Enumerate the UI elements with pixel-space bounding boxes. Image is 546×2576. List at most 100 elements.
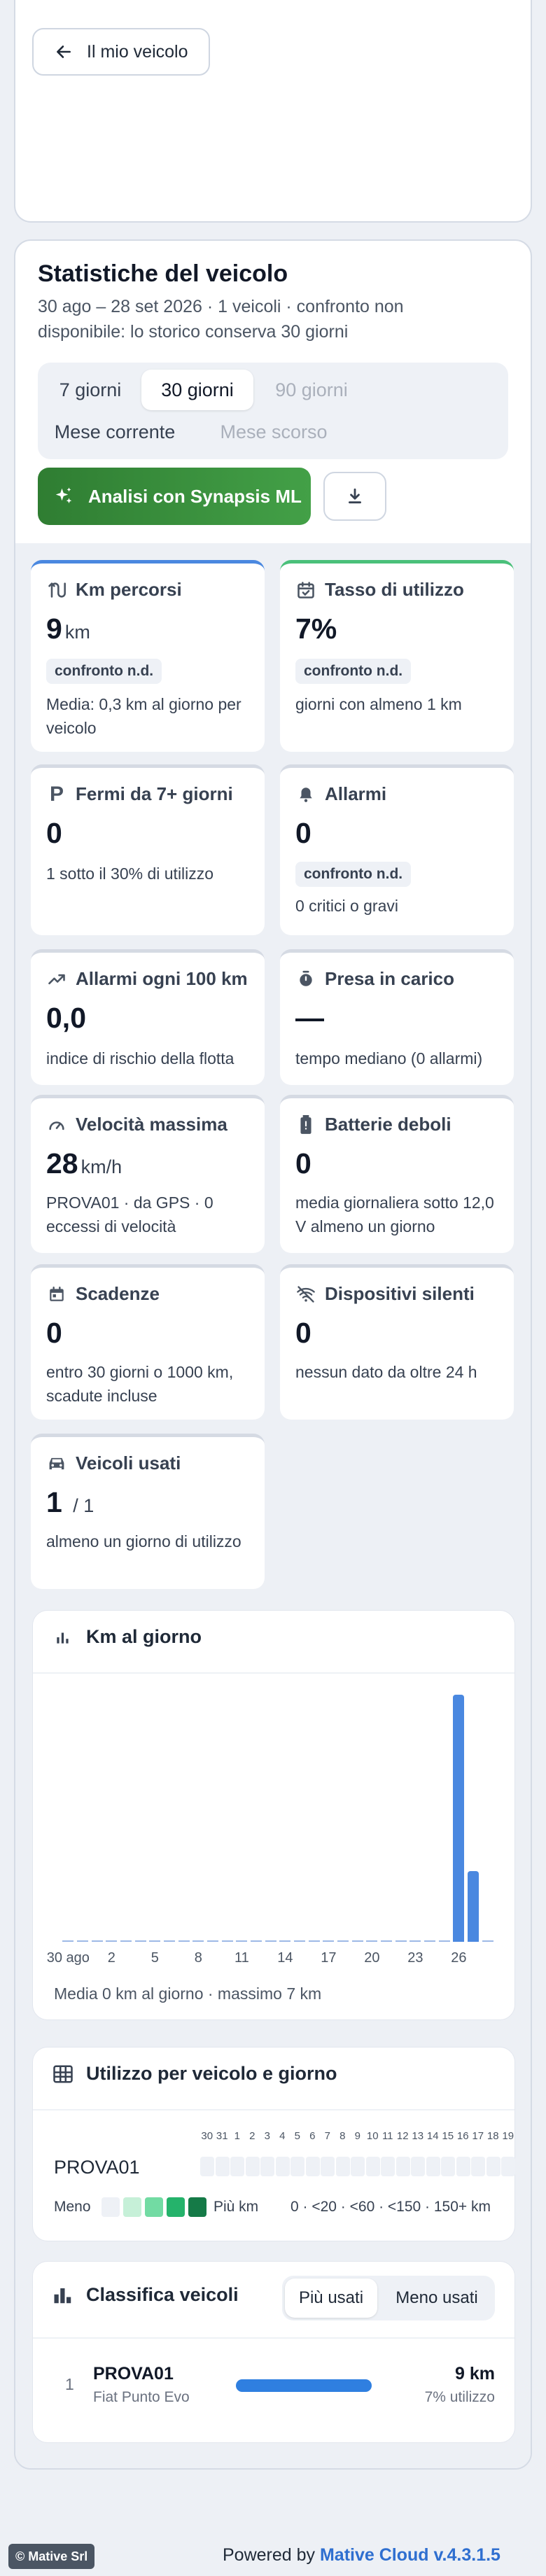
ml-analysis-button[interactable]: Analisi con Synapsis ML <box>38 468 311 525</box>
km-bar <box>453 1695 465 1942</box>
stat-km-badge: confronto n.d. <box>46 659 162 684</box>
range-current-month[interactable]: Mese corrente <box>45 412 185 452</box>
range-selector: 7 giorni 30 giorni 90 giorni Mese corren… <box>38 363 508 459</box>
heatmap-day-label: 12 <box>396 2130 409 2142</box>
km-chart-x-tick: 14 <box>277 1950 293 1966</box>
km-chart-x-tick: 23 <box>407 1950 424 1966</box>
stat-battery: Batterie deboli 0 media giornaliera sott… <box>280 1095 514 1253</box>
heatmap-legend-swatch <box>145 2197 163 2217</box>
heatmap-cell[interactable] <box>441 2157 455 2176</box>
signal-off-icon <box>295 1284 316 1305</box>
heatmap-day-label: 18 <box>486 2130 499 2142</box>
km-bar <box>265 1940 276 1942</box>
heatmap-legend-more: Più km <box>214 2199 259 2215</box>
heatmap-cell[interactable] <box>381 2157 395 2176</box>
km-bar <box>134 1940 146 1942</box>
range-30-days[interactable]: 30 giorni <box>141 370 253 410</box>
stat-silent: Dispositivi silenti 0 nessun dato da olt… <box>280 1264 514 1420</box>
km-bar <box>279 1940 291 1942</box>
heatmap-cell[interactable] <box>290 2157 304 2176</box>
stat-alarms-100km-title: Allarmi ogni 100 km <box>76 968 248 989</box>
heatmap-cell[interactable] <box>486 2157 500 2176</box>
stat-vehicles-title: Veicoli usati <box>76 1452 181 1474</box>
brand-link[interactable]: Mative Cloud v.4.3.1.5 <box>320 2545 500 2565</box>
heatmap-cell[interactable] <box>260 2157 274 2176</box>
arrow-left-icon <box>53 41 74 62</box>
heatmap-cell[interactable] <box>396 2157 410 2176</box>
km-bar <box>351 1940 363 1942</box>
stat-takeover: Presa in carico — tempo mediano (0 allar… <box>280 949 514 1085</box>
heatmap-cell[interactable] <box>426 2157 440 2176</box>
range-7-days[interactable]: 7 giorni <box>45 370 136 410</box>
ranking-row[interactable]: 1 PROVA01 Fiat Punto Evo 9 km 7% utilizz… <box>33 2339 514 2442</box>
range-last-month[interactable]: Mese scorso <box>200 412 347 452</box>
ranking-usage: 7% utilizzo <box>424 2389 495 2405</box>
stat-silent-title: Dispositivi silenti <box>325 1283 475 1304</box>
heatmap-cell[interactable] <box>245 2157 260 2176</box>
heatmap-day-label: 31 <box>216 2130 228 2142</box>
tab-most-used[interactable]: Più usati <box>285 2278 377 2318</box>
heatmap-cell[interactable] <box>215 2157 230 2176</box>
stat-alarms-badge: confronto n.d. <box>295 862 412 887</box>
heatmap-cell[interactable] <box>456 2157 470 2176</box>
km-bar <box>424 1940 436 1942</box>
km-chart-x-tick: 20 <box>364 1950 380 1966</box>
heatmap-day-label: 2 <box>249 2130 255 2142</box>
heatmap-cell[interactable] <box>335 2157 350 2176</box>
heatmap-legend-swatch <box>123 2197 141 2217</box>
heatmap-cell[interactable] <box>365 2157 380 2176</box>
back-button[interactable]: Il mio veicolo <box>32 28 210 76</box>
heatmap-day-label: 9 <box>354 2130 360 2142</box>
stat-vehicles: Veicoli usati 1 / 1 almeno un giorno di … <box>31 1434 265 1589</box>
heatmap-cell[interactable] <box>321 2157 335 2176</box>
heatmap-day-label: 11 <box>382 2130 393 2142</box>
heatmap-legend-swatch <box>167 2197 185 2217</box>
heatmap-day-labels: 30 31 1 2 3 4 5 6 7 8 9 10 11 12 13 14 15 16 17 18 19 <box>33 2130 514 2147</box>
heatmap-cell[interactable] <box>471 2157 485 2176</box>
battery-icon <box>295 1114 316 1135</box>
km-bar <box>293 1940 306 1942</box>
heatmap-cell[interactable] <box>230 2157 244 2176</box>
stat-battery-desc: media giornaliera sotto 12,0 V almeno un… <box>295 1194 494 1236</box>
heatmap-day-label: 19 <box>502 2130 514 2142</box>
heatmap-cell[interactable] <box>501 2157 515 2176</box>
heatmap-section: Utilizzo per veicolo e giorno 30 31 1 2 3 4 5 6… <box>32 2047 515 2241</box>
heatmap-legend-swatch <box>188 2197 206 2217</box>
stat-stops-desc: 1 sotto il 30% di utilizzo <box>46 864 214 883</box>
download-button[interactable] <box>323 472 386 521</box>
ranking-vehicle-model: Fiat Punto Evo <box>93 2389 190 2405</box>
heatmap-cell[interactable] <box>305 2157 320 2176</box>
route-icon <box>46 580 67 601</box>
km-bar <box>106 1940 118 1942</box>
heatmap-cell[interactable] <box>351 2157 365 2176</box>
powered-by: Powered by Mative Cloud v.4.3.1.5 <box>223 2545 500 2566</box>
stat-silent-desc: nessun dato da oltre 24 h <box>295 1363 477 1381</box>
grid-icon <box>52 2064 74 2085</box>
heatmap-legend-swatch <box>102 2197 120 2217</box>
stat-km: Km percorsi 9 km confronto n.d. Media: 0,… <box>31 560 265 752</box>
stat-takeover-value: — <box>295 1002 324 1034</box>
stat-stops-title: Fermi da 7+ giorni <box>76 783 233 804</box>
heatmap-cell[interactable] <box>200 2157 214 2176</box>
km-chart-x-tick: 8 <box>194 1950 202 1966</box>
heatmap-title: Utilizzo per veicolo e giorno <box>86 2063 337 2084</box>
ranking-tabs: Più usati Meno usati <box>282 2276 495 2320</box>
km-bar <box>308 1940 320 1942</box>
copyright-badge: © Mative Srl <box>8 2544 95 2569</box>
stopwatch-icon <box>295 969 316 990</box>
heatmap-cell[interactable] <box>275 2157 290 2176</box>
heatmap-cell[interactable] <box>411 2157 425 2176</box>
km-chart-plot: 30 ago 2 5 8 11 14 17 20 23 26 <box>33 1611 514 2021</box>
ranking-vehicle-name: PROVA01 <box>93 2364 174 2384</box>
ml-analysis-label: Analisi con Synapsis ML <box>88 485 302 507</box>
heatmap-day-label: 16 <box>456 2130 469 2142</box>
stat-alarms-100km: Allarmi ogni 100 km 0,0 indice di rischi… <box>31 949 265 1085</box>
km-bar <box>192 1940 204 1942</box>
tab-least-used[interactable]: Meno usati <box>383 2278 491 2318</box>
km-chart-x-tick: 2 <box>107 1950 115 1966</box>
km-bar <box>337 1940 349 1942</box>
range-90-days[interactable]: 90 giorni <box>259 370 364 410</box>
km-bar <box>395 1940 407 1942</box>
parking-icon: P <box>49 782 64 806</box>
heatmap-day-label: 30 <box>201 2130 214 2142</box>
